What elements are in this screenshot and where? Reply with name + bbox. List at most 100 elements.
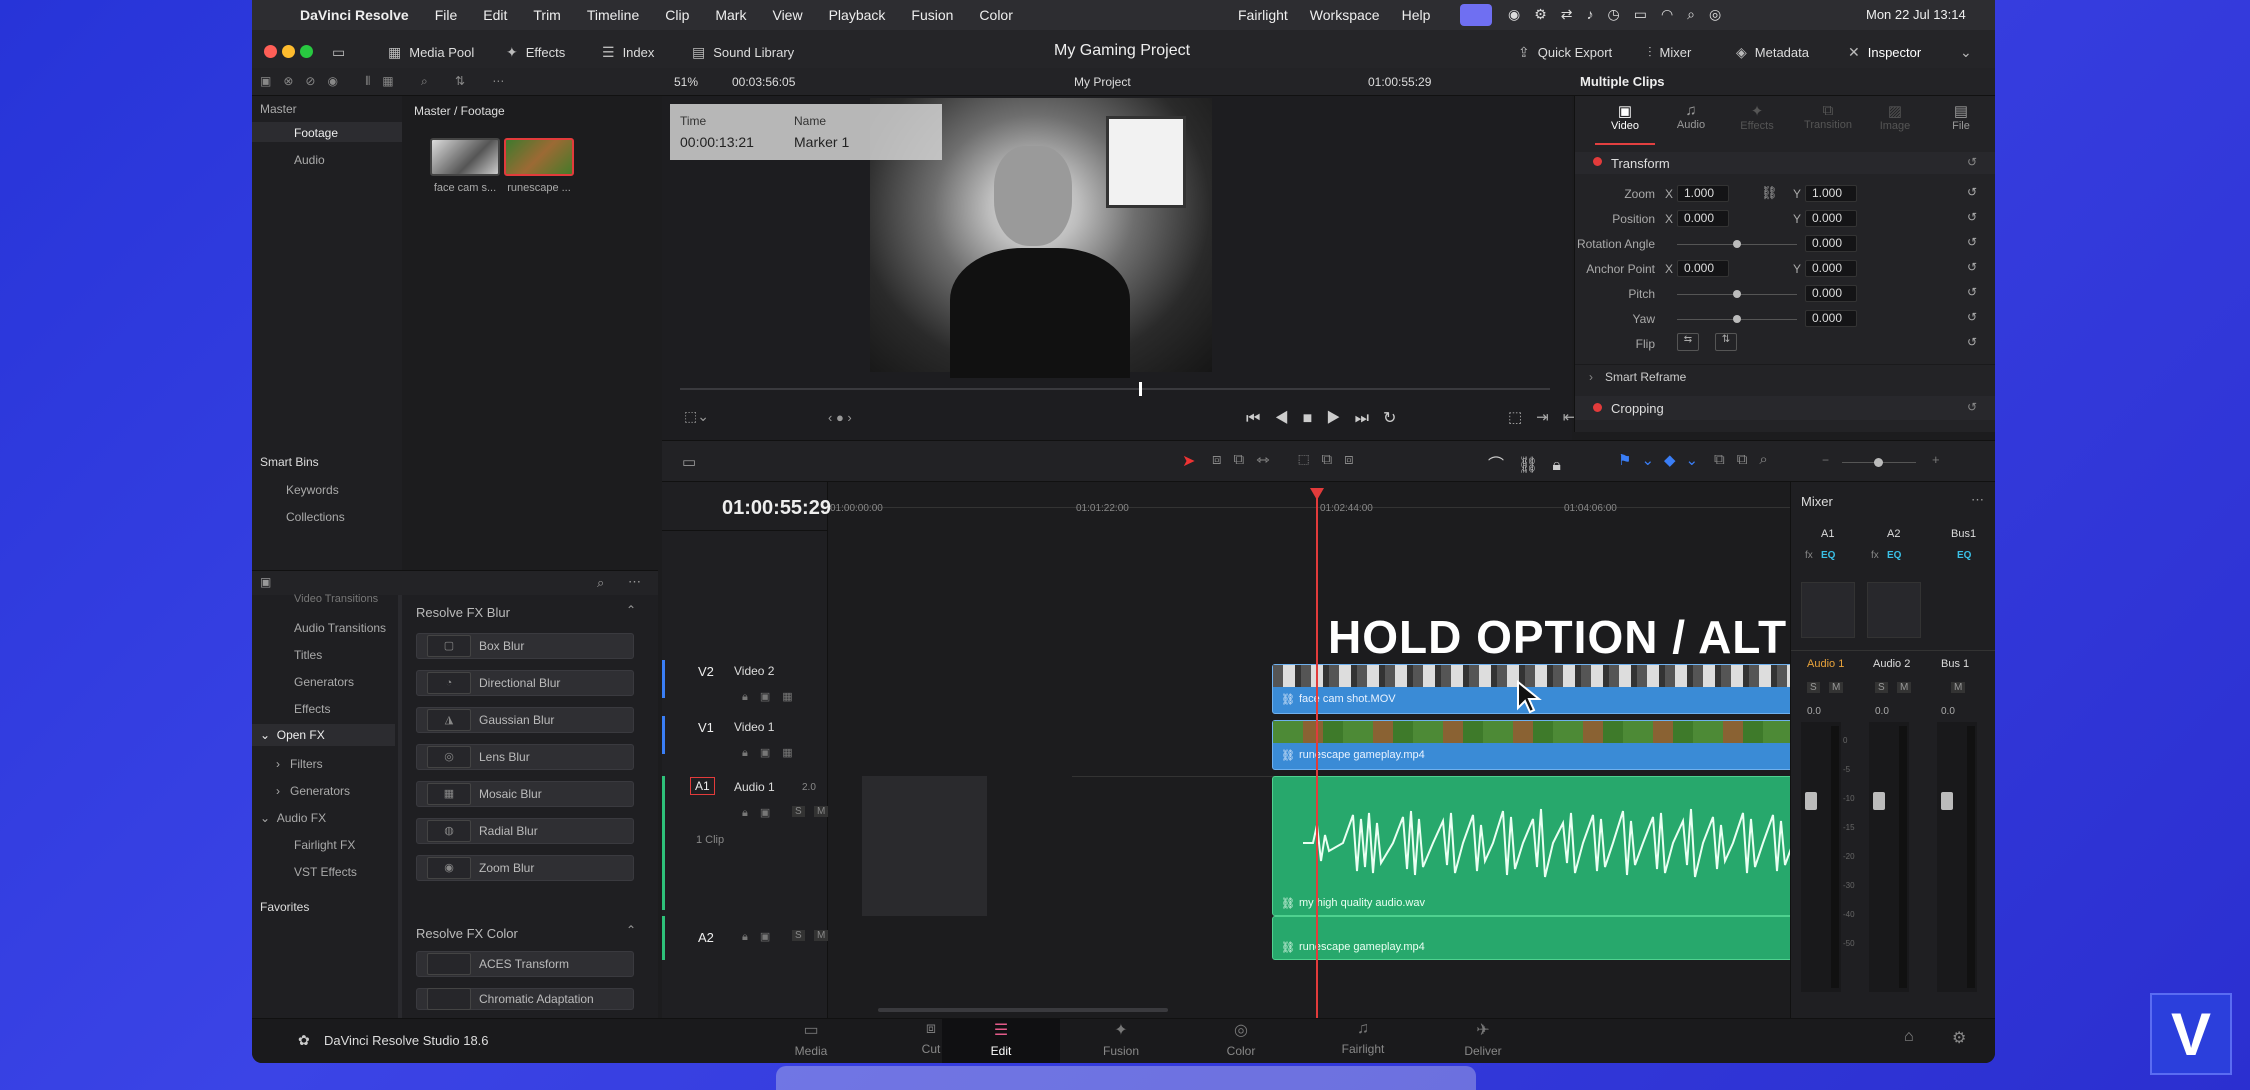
- menu-trim[interactable]: Trim: [533, 7, 560, 23]
- menu-timeline[interactable]: Timeline: [587, 7, 639, 23]
- rotation-slider-knob[interactable]: [1733, 240, 1741, 248]
- track-name-v1[interactable]: Video 1: [734, 720, 774, 734]
- fx-label[interactable]: fx: [1871, 550, 1879, 561]
- timeline-scrollbar[interactable]: [878, 1008, 1168, 1012]
- tree-generators-2[interactable]: › Generators: [276, 784, 350, 798]
- fader-knob-a2[interactable]: [1873, 792, 1885, 810]
- track-name-v2[interactable]: Video 2: [734, 664, 774, 678]
- tree-generators[interactable]: Generators: [294, 675, 354, 689]
- yaw-slider-knob[interactable]: [1733, 315, 1741, 323]
- clip-thumbnail[interactable]: [504, 138, 574, 176]
- fx-chromatic-adaptation[interactable]: Chromatic Adaptation: [416, 988, 634, 1010]
- reset-icon[interactable]: ↺: [1967, 235, 1977, 249]
- scrub-bar[interactable]: [680, 388, 1550, 390]
- position-y-field[interactable]: 0.000: [1805, 210, 1857, 227]
- menu-workspace[interactable]: Workspace: [1310, 7, 1380, 23]
- tree-vst-effects[interactable]: VST Effects: [294, 865, 357, 879]
- solo-button-a1[interactable]: S: [792, 806, 805, 817]
- fx-box-blur[interactable]: ▢ Box Blur: [416, 633, 634, 659]
- zoom-y-field[interactable]: 1.000: [1805, 185, 1857, 202]
- tree-audio-fx[interactable]: ⌄ Audio FX: [260, 811, 326, 825]
- pan-control-a1[interactable]: [1801, 582, 1855, 638]
- clip-v1-gameplay[interactable]: ⛓ runescape gameplay.mp4: [1272, 720, 1840, 770]
- more-options-icon[interactable]: ⋯: [628, 574, 641, 590]
- footage-bin[interactable]: Footage: [294, 126, 338, 140]
- reset-icon[interactable]: ↺: [1967, 185, 1977, 199]
- menu-color[interactable]: Color: [979, 7, 1012, 23]
- flip-vertical-icon[interactable]: ⇅: [1715, 333, 1737, 351]
- eq-button-a2[interactable]: EQ: [1887, 550, 1901, 561]
- zoom-in-icon[interactable]: +: [1932, 452, 1940, 467]
- smart-bin-keywords[interactable]: Keywords: [286, 483, 339, 497]
- clip-a2-audio[interactable]: ⛓ runescape gameplay.mp4: [1272, 916, 1840, 960]
- smart-bin-collections[interactable]: Collections: [286, 510, 345, 524]
- reset-icon[interactable]: ↺: [1967, 260, 1977, 274]
- cropping-header[interactable]: Cropping ↺: [1575, 396, 1995, 420]
- mixer-button[interactable]: ⫶ Mixer: [1648, 44, 1691, 61]
- jog-control[interactable]: ‹ ● ›: [828, 410, 852, 425]
- panel-toggle-icon[interactable]: ▣: [260, 575, 271, 589]
- fx-gaussian-blur[interactable]: ◮ Gaussian Blur: [416, 707, 634, 733]
- collapse-arrow-icon[interactable]: ⌃: [626, 923, 636, 937]
- enable-dot-icon[interactable]: [1593, 403, 1602, 412]
- menu-clip[interactable]: Clip: [665, 7, 689, 23]
- mute-button-a1[interactable]: M: [814, 806, 829, 817]
- tab-effects[interactable]: ✦ Effects: [1727, 102, 1787, 132]
- page-edit[interactable]: ☰ Edit: [956, 1020, 1046, 1058]
- menu-fusion[interactable]: Fusion: [911, 7, 953, 23]
- playhead-line[interactable]: [1316, 498, 1318, 1018]
- fx-label[interactable]: fx: [1805, 550, 1813, 561]
- mute-button[interactable]: M: [1897, 682, 1912, 693]
- reset-icon[interactable]: ↺: [1967, 335, 1977, 349]
- index-button[interactable]: ☰ Index: [602, 44, 654, 61]
- transport-controls[interactable]: ⏮◀■▶⏭↻: [1246, 408, 1410, 428]
- clip-a1-audio[interactable]: ⛓ my high quality audio.wav: [1272, 776, 1840, 916]
- solo-button[interactable]: S: [1807, 682, 1820, 693]
- reset-icon[interactable]: ↺: [1967, 210, 1977, 224]
- reset-icon[interactable]: ↺: [1967, 285, 1977, 299]
- page-media[interactable]: ▭ Media: [766, 1020, 856, 1058]
- fx-lens-blur[interactable]: ◎ Lens Blur: [416, 744, 634, 770]
- track-lock-a2[interactable]: 🔒︎▣: [742, 930, 782, 944]
- edit-tool-icons[interactable]: ⧈⧉⇿ ⬚⧉⧈: [1212, 451, 1366, 468]
- flip-horizontal-icon[interactable]: ⇆: [1677, 333, 1699, 351]
- tree-effects[interactable]: Effects: [294, 702, 330, 716]
- page-fairlight[interactable]: ♫ Fairlight: [1318, 1020, 1408, 1056]
- audio-bin[interactable]: Audio: [294, 153, 325, 167]
- more-options-icon[interactable]: ⋯: [1971, 492, 1984, 508]
- rotation-field[interactable]: 0.000: [1805, 235, 1857, 252]
- mute-button-a2[interactable]: M: [814, 930, 829, 941]
- collapse-arrow-icon[interactable]: ⌃: [626, 603, 636, 617]
- metadata-button[interactable]: ◈ Metadata: [1736, 44, 1809, 61]
- settings-gear-icon[interactable]: ⚙: [1952, 1028, 1966, 1048]
- enable-dot-icon[interactable]: [1593, 157, 1602, 166]
- track-name-a1[interactable]: Audio 1: [734, 780, 775, 794]
- solo-button-a2[interactable]: S: [792, 930, 805, 941]
- link-icon[interactable]: ⛓: [1761, 185, 1778, 201]
- zoom-slider-knob[interactable]: [1874, 458, 1883, 467]
- menu-fairlight[interactable]: Fairlight: [1238, 7, 1288, 23]
- pitch-slider-knob[interactable]: [1733, 290, 1741, 298]
- scrollbar[interactable]: [398, 595, 402, 1019]
- fx-zoom-blur[interactable]: ◉ Zoom Blur: [416, 855, 634, 881]
- master-bin[interactable]: Master: [260, 102, 297, 116]
- eq-button-a1[interactable]: EQ: [1821, 550, 1835, 561]
- media-pool-button[interactable]: ▦ Media Pool: [388, 44, 474, 61]
- anchor-x-field[interactable]: 0.000: [1677, 260, 1729, 277]
- viewer-project-name[interactable]: My Project: [1074, 75, 1131, 89]
- reset-icon[interactable]: ↺: [1967, 400, 1977, 414]
- select-tool-icon[interactable]: ➤: [1182, 451, 1195, 471]
- zoom-x-field[interactable]: 1.000: [1677, 185, 1729, 202]
- fx-directional-blur[interactable]: ◔ Directional Blur: [416, 670, 634, 696]
- page-color[interactable]: ◎ Color: [1196, 1020, 1286, 1058]
- search-icon[interactable]: ⌕: [597, 575, 604, 591]
- close-window-button[interactable]: [264, 45, 277, 58]
- fader-knob-bus1[interactable]: [1941, 792, 1953, 810]
- scrub-playhead[interactable]: [1139, 382, 1142, 396]
- fx-aces-transform[interactable]: ACES Transform: [416, 951, 634, 977]
- tree-filters[interactable]: › Filters: [276, 757, 323, 771]
- tab-transition[interactable]: ⧉ Transition: [1793, 102, 1863, 131]
- reset-icon[interactable]: ↺: [1967, 310, 1977, 324]
- zoom-out-icon[interactable]: −: [1822, 453, 1829, 467]
- effects-button[interactable]: ✦ Effects: [506, 44, 565, 61]
